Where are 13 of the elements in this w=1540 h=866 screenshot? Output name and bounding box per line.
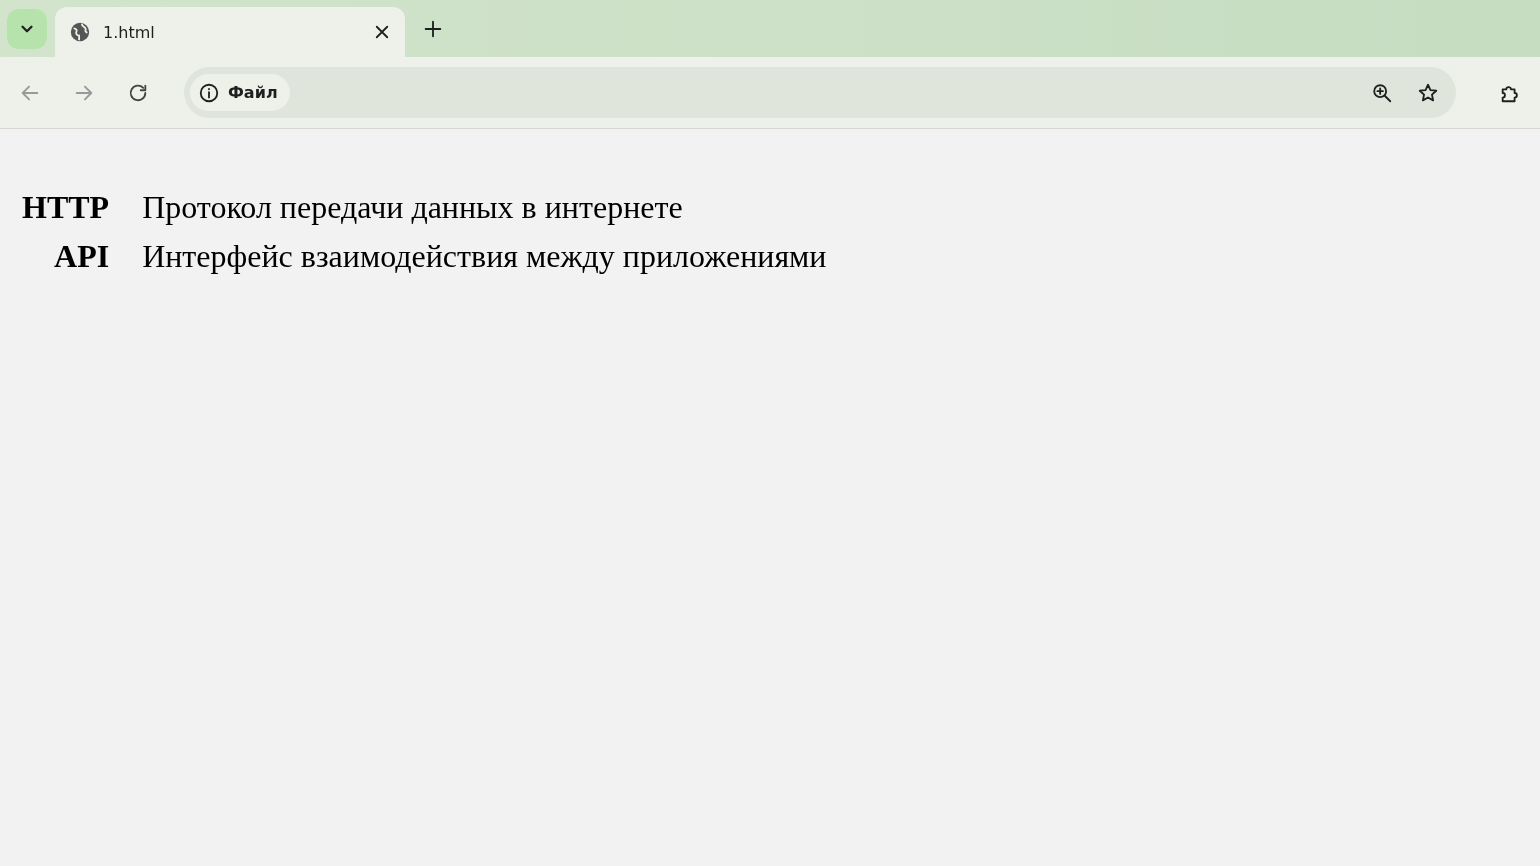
star-icon: [1417, 81, 1439, 104]
definition-term: HTTP: [22, 189, 110, 226]
definition-description: Интерфейс взаимодействия между приложениями: [142, 238, 828, 275]
browser-tab[interactable]: 1.html: [55, 7, 405, 57]
info-icon: [198, 81, 220, 104]
definition-description: Протокол передачи данных в интернете: [142, 189, 684, 226]
zoom-in-icon: [1371, 81, 1393, 104]
globe-icon: [69, 21, 91, 43]
site-info-chip[interactable]: Файл: [190, 74, 290, 111]
definition-term: API: [53, 238, 110, 275]
close-icon[interactable]: [373, 23, 391, 41]
address-bar[interactable]: Файл: [184, 67, 1456, 118]
tab-title: 1.html: [103, 22, 156, 42]
